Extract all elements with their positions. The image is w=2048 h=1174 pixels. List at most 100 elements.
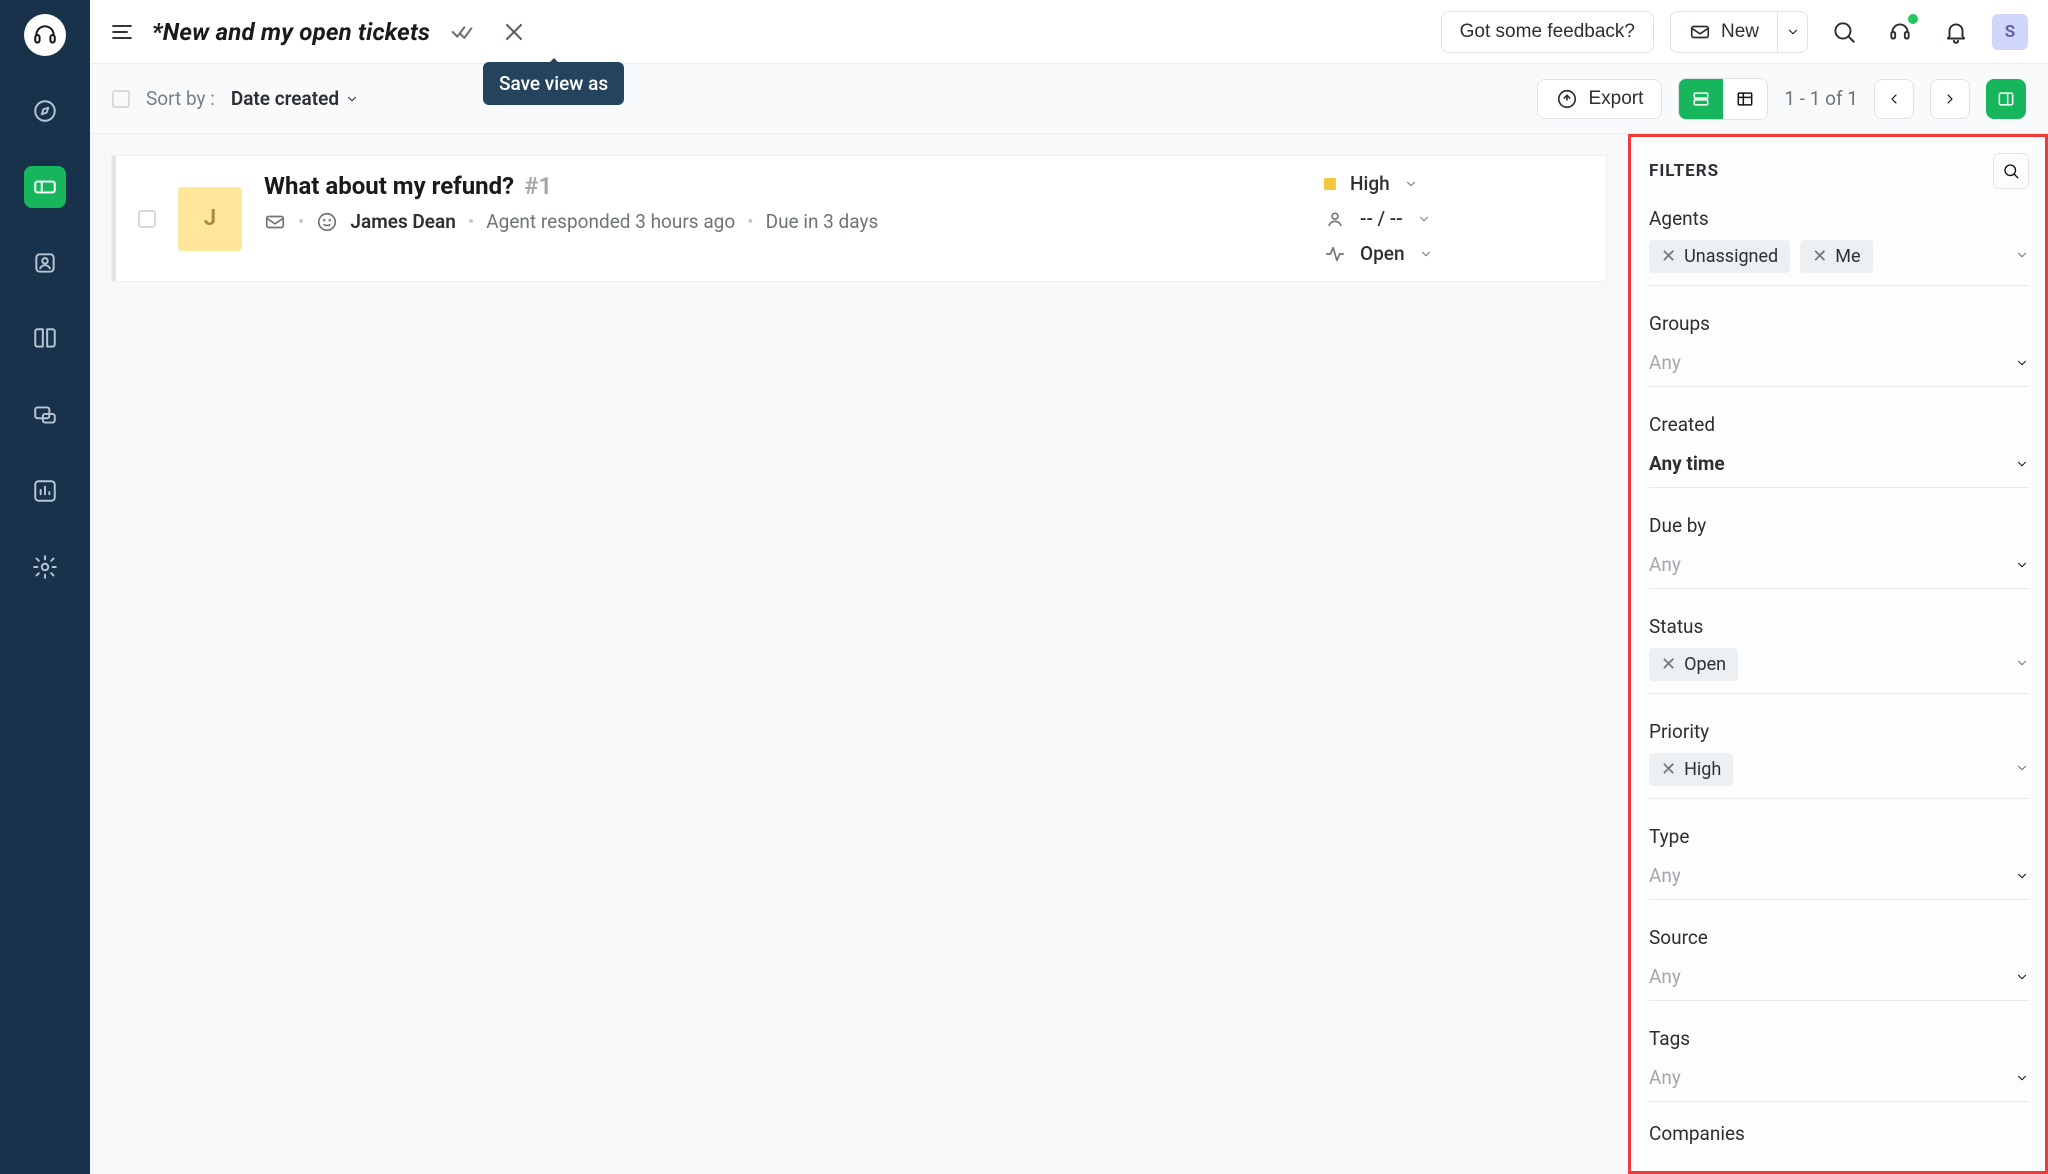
chip-high: ✕High	[1649, 753, 1733, 786]
chevron-down-icon	[2015, 457, 2029, 471]
sidebar-item-contacts[interactable]	[24, 242, 66, 284]
filters-panel: FILTERS Agents ✕Unassigned ✕Me Groups An…	[1628, 134, 2048, 1174]
sidebar-item-knowledge[interactable]	[24, 318, 66, 360]
top-bar-right: Got some feedback? New S	[1441, 11, 2028, 53]
new-dropdown-toggle[interactable]	[1778, 11, 1808, 53]
filter-dueby-select[interactable]: Any	[1649, 547, 2029, 589]
availability-button[interactable]	[1880, 12, 1920, 52]
export-button[interactable]: Export	[1537, 79, 1662, 119]
filter-created-select[interactable]: Any time	[1649, 446, 2029, 488]
prev-page-button[interactable]	[1874, 79, 1914, 119]
new-split-button: New	[1670, 11, 1808, 53]
filters-search-button[interactable]	[1993, 153, 2029, 189]
filter-priority-select[interactable]: ✕High	[1649, 753, 2029, 799]
filters-header: FILTERS	[1649, 153, 2029, 189]
filter-agents-select[interactable]: ✕Unassigned ✕Me	[1649, 240, 2029, 286]
ticket-card[interactable]: J What about my refund? #1 • James Dean …	[112, 156, 1606, 281]
filter-priority: Priority ✕High	[1649, 720, 2029, 799]
chevron-down-icon	[2015, 656, 2029, 670]
menu-icon[interactable]	[110, 20, 134, 44]
close-view-button[interactable]	[500, 18, 528, 46]
requester-avatar: J	[178, 187, 242, 251]
chevron-down-icon	[2015, 356, 2029, 370]
filter-status-select[interactable]: ✕Open	[1649, 648, 2029, 694]
brand-logo[interactable]	[24, 14, 66, 56]
requester-avatar-initial: J	[204, 206, 216, 231]
feedback-label: Got some feedback?	[1460, 21, 1635, 43]
filter-source-select[interactable]: Any	[1649, 959, 2029, 1001]
filter-created: Created Any time	[1649, 413, 2029, 488]
bell-icon	[1943, 19, 1969, 45]
select-all-checkbox[interactable]	[112, 90, 130, 108]
chevron-down-icon	[2015, 869, 2029, 883]
chip-remove[interactable]: ✕	[1661, 654, 1676, 675]
chevron-down-icon	[345, 92, 359, 106]
save-view-button[interactable]	[448, 18, 476, 46]
view-title[interactable]: *New and my open tickets	[152, 18, 430, 46]
panel-right-icon	[1996, 89, 2016, 109]
main-column: *New and my open tickets Save view as Go…	[90, 0, 2048, 1174]
sidebar-item-tickets[interactable]	[24, 166, 66, 208]
chevron-down-icon	[1404, 177, 1418, 191]
sidebar-item-social[interactable]	[24, 394, 66, 436]
requester-name[interactable]: James Dean	[350, 210, 455, 233]
sort-dropdown[interactable]: Date created	[231, 87, 359, 110]
filter-agents: Agents ✕Unassigned ✕Me	[1649, 207, 2029, 286]
search-button[interactable]	[1824, 12, 1864, 52]
card-view-button[interactable]	[1679, 79, 1723, 119]
view-toggle	[1678, 78, 1768, 120]
ticket-activity: Agent responded 3 hours ago	[486, 210, 735, 233]
ticket-title-row[interactable]: What about my refund? #1	[264, 172, 1302, 200]
chip-me: ✕Me	[1800, 240, 1872, 273]
toolbar-row: Sort by : Date created Export 1 - 1 of 1	[90, 64, 2048, 134]
chip-remove[interactable]: ✕	[1661, 246, 1676, 267]
ticket-right-column: High -- / -- Open	[1324, 172, 1584, 265]
feedback-button[interactable]: Got some feedback?	[1441, 11, 1654, 53]
filter-created-label: Created	[1649, 413, 2029, 436]
chip-open: ✕Open	[1649, 648, 1738, 681]
table-view-button[interactable]	[1723, 79, 1767, 119]
filter-groups-select[interactable]: Any	[1649, 345, 2029, 387]
mail-icon	[1689, 21, 1711, 43]
user-icon	[32, 250, 58, 276]
availability-indicator	[1908, 14, 1918, 24]
ticket-priority-value: High	[1350, 172, 1390, 195]
sidebar-item-dashboard[interactable]	[24, 90, 66, 132]
notifications-button[interactable]	[1936, 12, 1976, 52]
sidebar-item-reports[interactable]	[24, 470, 66, 512]
chip-remove[interactable]: ✕	[1812, 246, 1827, 267]
chevron-left-icon	[1886, 91, 1902, 107]
ticket-select-checkbox[interactable]	[138, 210, 156, 228]
ticket-priority-dropdown[interactable]: High	[1324, 172, 1584, 195]
filter-type-select[interactable]: Any	[1649, 858, 2029, 900]
ticket-status-value: Open	[1360, 242, 1405, 265]
hamburger-icon	[110, 20, 134, 44]
ticket-status-dropdown[interactable]: Open	[1324, 242, 1584, 265]
filter-dueby: Due by Any	[1649, 514, 2029, 589]
chevron-down-icon	[1417, 212, 1431, 226]
save-view-tooltip: Save view as	[483, 62, 624, 105]
save-check-icon	[448, 18, 476, 46]
sidebar-item-settings[interactable]	[24, 546, 66, 588]
chip-unassigned: ✕Unassigned	[1649, 240, 1790, 273]
gear-icon	[32, 554, 58, 580]
filter-tags-label: Tags	[1649, 1027, 2029, 1050]
export-icon	[1556, 88, 1578, 110]
filter-priority-label: Priority	[1649, 720, 2029, 743]
priority-color-icon	[1324, 178, 1336, 190]
content-area: J What about my refund? #1 • James Dean …	[90, 134, 2048, 1174]
sort-value: Date created	[231, 87, 339, 110]
filter-tags-select[interactable]: Any	[1649, 1060, 2029, 1102]
next-page-button[interactable]	[1930, 79, 1970, 119]
filter-type-label: Type	[1649, 825, 2029, 848]
new-button[interactable]: New	[1670, 11, 1778, 53]
chip-remove[interactable]: ✕	[1661, 759, 1676, 780]
ticket-id: #1	[524, 172, 552, 200]
profile-avatar[interactable]: S	[1992, 14, 2028, 50]
view-name-group: *New and my open tickets	[110, 18, 528, 46]
toggle-filters-button[interactable]	[1986, 79, 2026, 119]
ticket-agent-dropdown[interactable]: -- / --	[1324, 207, 1584, 230]
face-icon	[316, 211, 338, 233]
ticket-icon	[32, 174, 58, 200]
chevron-down-icon	[1419, 247, 1433, 261]
